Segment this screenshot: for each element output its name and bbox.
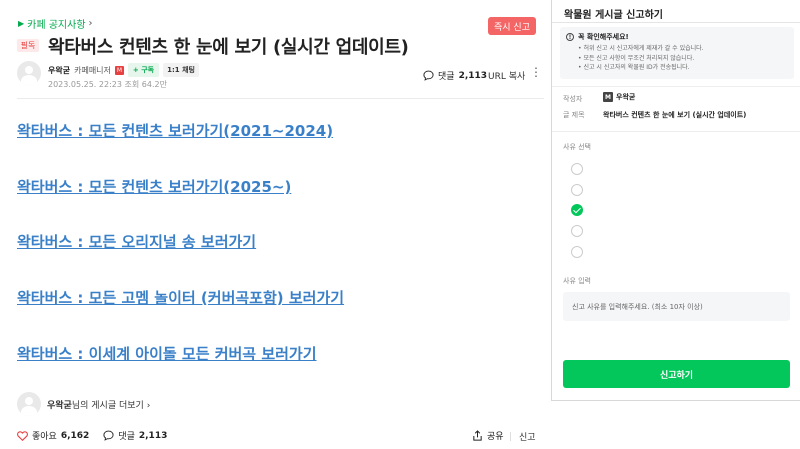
author-avatar-bottom[interactable] (17, 392, 41, 416)
link-original-songs[interactable]: 왁타버스 : 모든 오리지널 송 보러가기 (17, 231, 256, 252)
link-all-contents-2021-2024[interactable]: 왁타버스 : 모든 컨텐츠 보러가기(2021~2024) (17, 120, 333, 141)
post-date: 2023.05.25. 22:23 (48, 80, 122, 89)
author-avatar[interactable] (17, 61, 41, 85)
comment-count: 2,113 (458, 70, 488, 81)
like-label: 좋아요 (32, 432, 57, 442)
subscribe-button[interactable]: + 구독 (127, 63, 160, 77)
comment-button[interactable]: 댓글 2,113 (103, 429, 167, 442)
manager-icon: M (603, 92, 613, 102)
panel-backdrop (551, 401, 800, 449)
report-button[interactable]: 신고 (519, 430, 536, 443)
article-title: 왁타버스 컨텐츠 한 눈에 보기 (실시간 업데이트) (48, 37, 409, 58)
like-button[interactable]: 좋아요 6,162 (17, 429, 89, 442)
comment-icon (103, 430, 114, 441)
author-name[interactable]: 우왁굳 (48, 65, 70, 76)
share-label: 공유 (487, 432, 504, 442)
author-info: 우왁굳 카페매니저 M + 구독 1:1 채팅 (48, 63, 199, 77)
reaction-bar: 좋아요 6,162 댓글 2,113 (17, 429, 167, 442)
reason-radio-3[interactable] (571, 204, 583, 216)
report-panel: 왁물원 게시글 신고하기 ! 꼭 확인해주세요! • 허위 신고 시 신고자에게… (551, 0, 800, 401)
required-badge: 필독 (17, 39, 39, 52)
notice-lines: • 허위 신고 시 신고자에게 제재가 갈 수 있습니다. • 모든 신고 사항… (578, 44, 704, 73)
more-dots-icon[interactable]: ⋮ (530, 66, 542, 78)
post-title-label: 글 제목 (563, 111, 585, 119)
reason-radio-4[interactable] (571, 225, 583, 237)
notice-line: • 신고 시 신고자의 왁물원 ID가 전송됩니다. (578, 64, 690, 71)
divider (510, 432, 511, 441)
more-posts-link[interactable]: 우왁굳님의 게시글 더보기 › (47, 398, 150, 411)
reason-input[interactable] (563, 292, 790, 321)
divider (552, 131, 800, 132)
more-posts-label: 님의 게시글 더보기 (71, 401, 144, 411)
share-icon (473, 430, 482, 441)
view-count: 조회 64.2만 (124, 80, 167, 89)
more-posts-author: 우왁굳 (47, 401, 72, 411)
instant-report-button[interactable]: 즉시 신고 (488, 17, 536, 35)
author-role: 카페매니저 (74, 65, 111, 75)
notice-box: ! 꼭 확인해주세요! • 허위 신고 시 신고자에게 제재가 갈 수 있습니다… (560, 27, 794, 79)
post-title-value: 왁타버스 컨텐츠 한 눈에 보기 (실시간 업데이트) (603, 111, 747, 119)
chevron-right-icon: › (146, 401, 151, 411)
link-gomem-playground[interactable]: 왁타버스 : 모든 고멤 놀이터 (커버곡포함) 보러가기 (17, 287, 344, 308)
url-copy-button[interactable]: URL 복사 (488, 69, 525, 82)
triangle-right-icon: ▶ (18, 19, 25, 28)
chat-button[interactable]: 1:1 채팅 (163, 63, 199, 77)
comment-label: 댓글 (438, 72, 455, 82)
comment-count-top[interactable]: 댓글 2,113 (423, 69, 487, 82)
link-isegye-idol-covers[interactable]: 왁타버스 : 이세계 아이돌 모든 커버곡 보러가기 (17, 343, 317, 364)
notice-heading: 꼭 확인해주세요! (578, 33, 629, 41)
submit-report-button[interactable]: 신고하기 (563, 360, 790, 388)
reason-radio-5[interactable] (571, 246, 583, 258)
panel-title: 왁물원 게시글 신고하기 (564, 10, 663, 21)
writer-value: M 우왁굳 (603, 92, 635, 102)
manager-icon: M (114, 65, 124, 75)
writer-label: 작성자 (563, 95, 583, 103)
notice-line: • 모든 신고 사항이 무조건 처리되지 않습니다. (578, 54, 695, 62)
article-meta: 2023.05.25. 22:23 조회 64.2만 (48, 79, 167, 90)
cafe-notice-link[interactable]: ▶ 카페 공지사항 › (18, 16, 93, 31)
info-icon: ! (566, 33, 574, 41)
comment-count: 2,113 (138, 430, 168, 441)
divider (552, 22, 800, 23)
writer-name: 우왁굳 (616, 93, 636, 101)
like-count: 6,162 (60, 430, 90, 441)
comment-icon (423, 70, 434, 81)
article-area: ▶ 카페 공지사항 › 즉시 신고 필독 왁타버스 컨텐츠 한 눈에 보기 (실… (0, 0, 551, 449)
notice-line: • 허위 신고 시 신고자에게 제재가 갈 수 있습니다. (578, 45, 704, 52)
share-button[interactable]: 공유 (472, 429, 504, 442)
divider (17, 98, 544, 99)
cafe-notice-label: 카페 공지사항 (27, 20, 86, 31)
heart-icon (17, 430, 28, 441)
comment-label: 댓글 (118, 432, 135, 442)
chevron-right-icon: › (88, 18, 93, 29)
reason-radio-1[interactable] (571, 163, 583, 175)
reason-label: 사유 선택 (563, 143, 591, 151)
input-label: 사유 입력 (563, 277, 591, 285)
reason-radio-2[interactable] (571, 184, 583, 196)
link-all-contents-2025[interactable]: 왁타버스 : 모든 컨텐츠 보러가기(2025~) (17, 176, 291, 197)
divider (552, 86, 800, 87)
